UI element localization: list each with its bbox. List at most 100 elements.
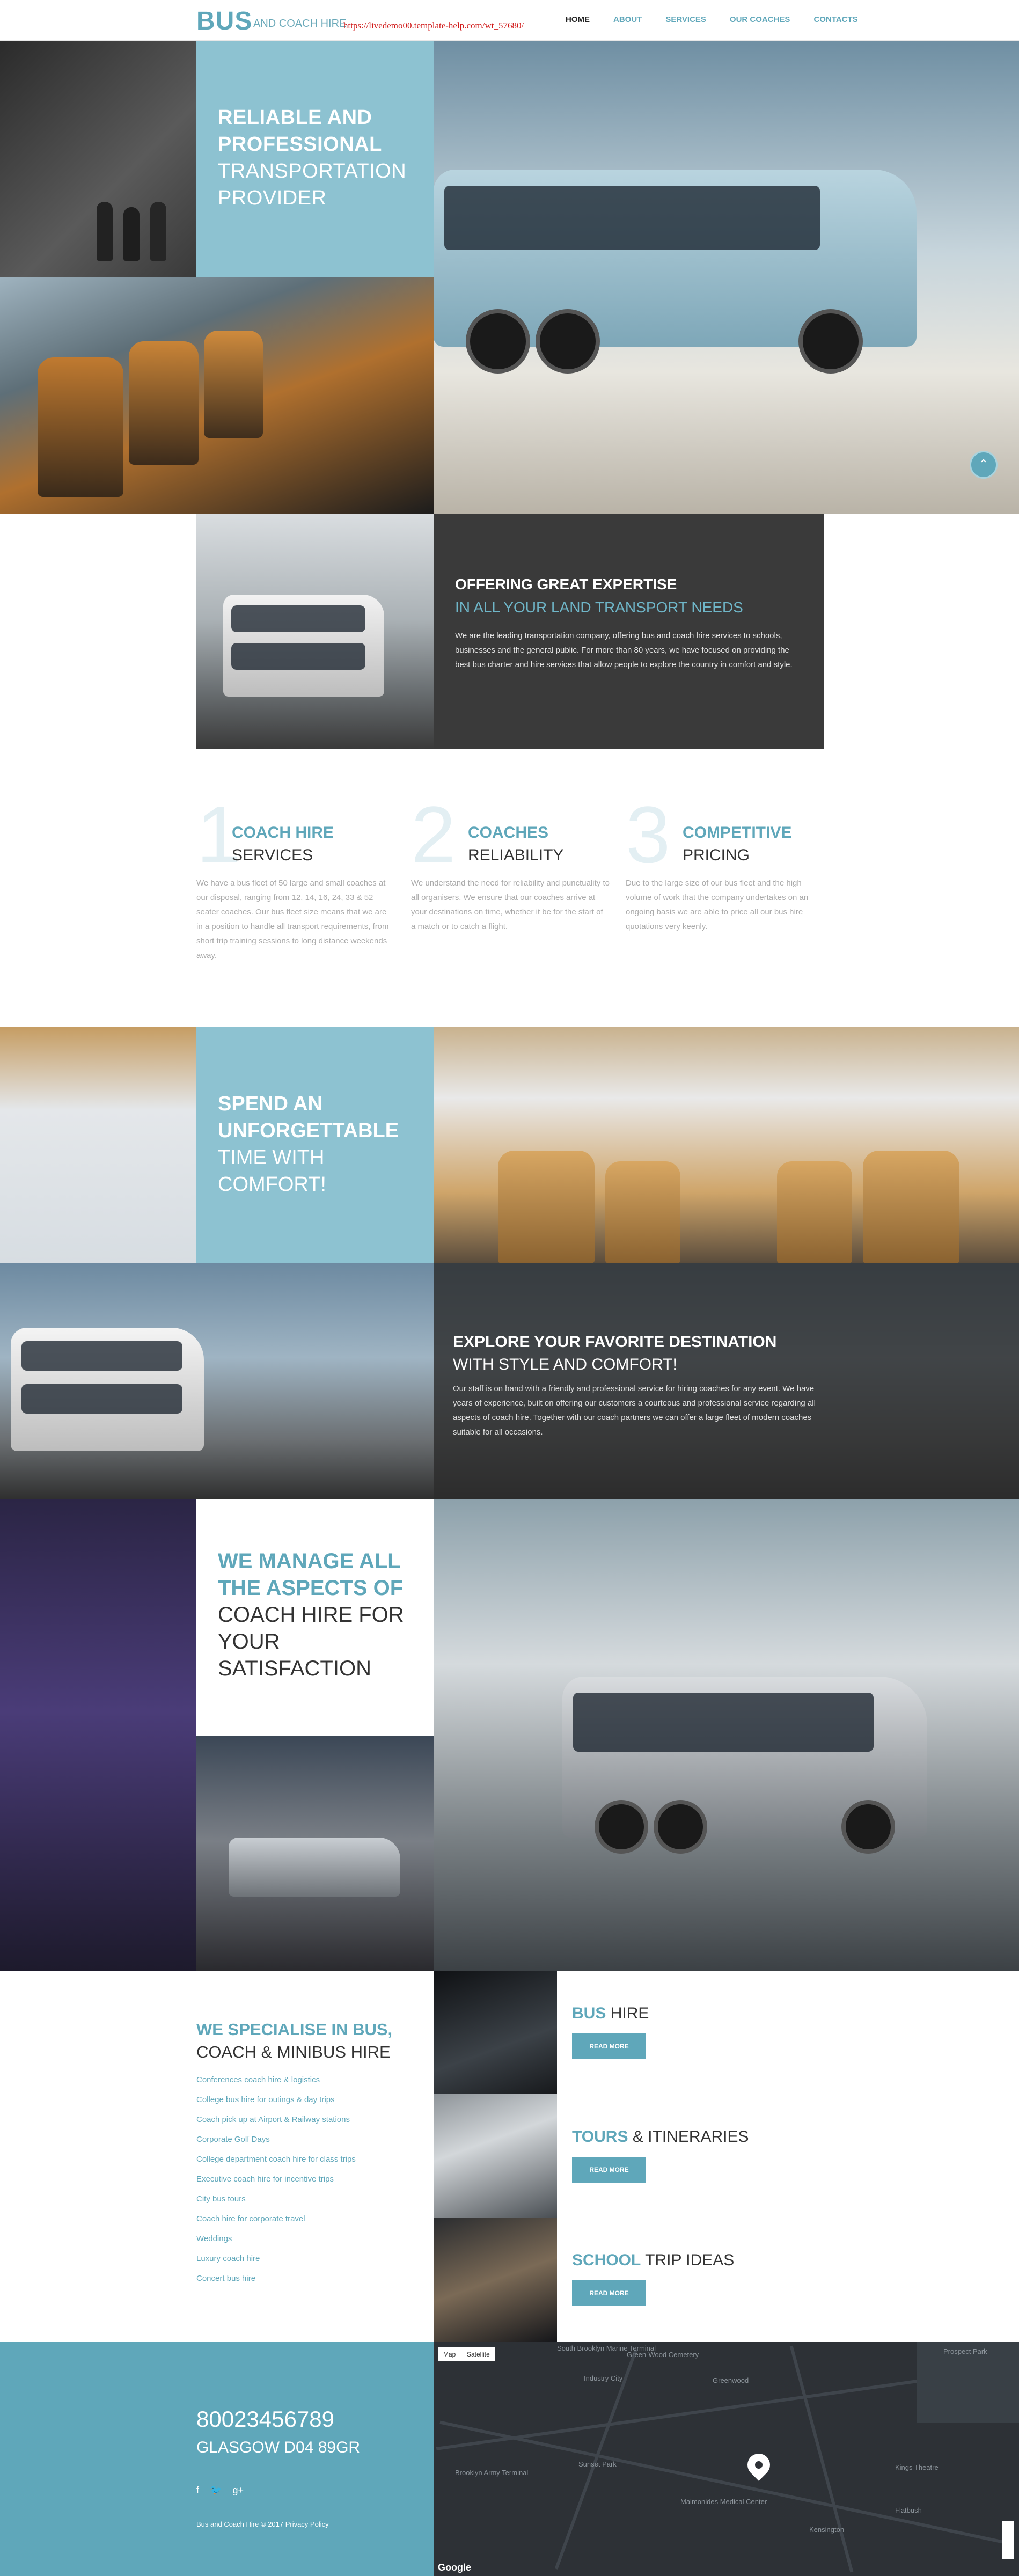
service-title-light: & ITINERARIES <box>632 2128 749 2146</box>
map-label: Brooklyn Army Terminal <box>455 2469 529 2477</box>
feature-title: COACHES <box>468 824 549 841</box>
specialise-link[interactable]: Concert bus hire <box>196 2274 422 2294</box>
specialise-link[interactable]: City bus tours <box>196 2194 422 2214</box>
specialise-link[interactable]: Corporate Golf Days <box>196 2135 422 2155</box>
seat-shape <box>38 357 123 497</box>
map-road <box>789 2345 854 2573</box>
bus-wheel <box>595 1800 648 1854</box>
location-map[interactable]: Map Satellite South Brooklyn Marine Term… <box>434 2342 1019 2576</box>
social-links: f 🐦 g+ <box>196 2485 244 2496</box>
specialise-link[interactable]: College bus hire for outings & day trips <box>196 2095 422 2115</box>
expertise-title: OFFERING GREAT EXPERTISE <box>455 576 677 592</box>
feature-reliability: 2 COACHES RELIABILITY We understand the … <box>411 794 615 1020</box>
bus-windows <box>21 1341 182 1371</box>
specialise-link[interactable]: Coach hire for corporate travel <box>196 2214 422 2234</box>
service-thumb-school[interactable] <box>434 2218 557 2342</box>
specialise-link[interactable]: Executive coach hire for incentive trips <box>196 2175 422 2194</box>
comfort-title-block: SPEND AN UNFORGETTABLE TIME WITH COMFORT… <box>196 1027 434 1263</box>
privacy-link[interactable]: Privacy Policy <box>285 2520 329 2528</box>
copyright-text: Bus and Coach Hire © 2017 <box>196 2520 284 2528</box>
bus-body <box>229 1838 400 1897</box>
service-thumb-tours[interactable] <box>434 2094 557 2218</box>
nav-home[interactable]: HOME <box>566 15 590 24</box>
chevron-up-icon: ⌃ <box>978 457 989 471</box>
manage-image-storm <box>434 1499 1019 1971</box>
specialise-block: WE SPECIALISE IN BUS, COACH & MINIBUS HI… <box>196 1971 434 2342</box>
specialise-link[interactable]: Conferences coach hire & logistics <box>196 2075 422 2095</box>
feature-subtitle: RELIABILITY <box>468 846 564 864</box>
destination-panel: EXPLORE YOUR FAVORITE DESTINATION WITH S… <box>434 1263 1019 1499</box>
map-type-satellite[interactable]: Satellite <box>461 2347 495 2361</box>
expertise-image <box>196 514 434 749</box>
service-title-light: HIRE <box>610 2004 649 2022</box>
map-type-map[interactable]: Map <box>438 2347 461 2361</box>
service-title-bold: TOURS <box>572 2128 628 2146</box>
hero-image-seats <box>0 277 434 514</box>
manage-title-line: COACH HIRE FOR <box>218 1603 404 1627</box>
main-nav: HOME ABOUT SERVICES OUR COACHES CONTACTS <box>566 15 858 24</box>
logo-subtitle[interactable]: AND COACH HIRE <box>253 18 346 30</box>
specialise-title: WE SPECIALISE IN BUS, <box>196 2020 393 2039</box>
specialise-link[interactable]: Luxury coach hire <box>196 2254 422 2274</box>
service-school: SCHOOL TRIP IDEAS READ MORE <box>572 2251 734 2306</box>
service-title: TOURS & ITINERARIES <box>572 2128 749 2146</box>
specialise-list: Conferences coach hire & logistics Colle… <box>196 2075 422 2294</box>
map-attribution: Google <box>438 2562 471 2573</box>
map-pin-icon[interactable] <box>743 2449 775 2481</box>
hero-title-line: PROFESSIONAL <box>218 133 382 156</box>
url-overlay-text: https://livedemo00.template-help.com/wt_… <box>343 20 524 31</box>
bus-windows <box>231 643 365 670</box>
comfort-image-interior <box>434 1027 1019 1263</box>
service-title-bold: SCHOOL <box>572 2251 641 2269</box>
footer-phone[interactable]: 80023456789 <box>196 2406 334 2432</box>
footer-contact: 80023456789 GLASGOW D04 89GR f 🐦 g+ Bus … <box>0 2342 434 2576</box>
nav-our-coaches[interactable]: OUR COACHES <box>730 15 790 24</box>
nav-about[interactable]: ABOUT <box>613 15 642 24</box>
map-zoom-control[interactable] <box>1002 2521 1014 2559</box>
hero-image-bus: ⌃ <box>434 41 1019 514</box>
hero-image-people <box>0 41 196 277</box>
read-more-button[interactable]: READ MORE <box>572 2157 646 2183</box>
feature-text: We understand the need for reliability a… <box>411 879 610 931</box>
specialise-link[interactable]: Weddings <box>196 2234 422 2254</box>
facebook-icon[interactable]: f <box>196 2485 199 2496</box>
specialise-subtitle: COACH & MINIBUS HIRE <box>196 2043 391 2061</box>
read-more-button[interactable]: READ MORE <box>572 2280 646 2306</box>
service-title-bold: BUS <box>572 2004 606 2022</box>
manage-title-line: YOUR <box>218 1630 280 1653</box>
service-title-light: TRIP IDEAS <box>645 2251 735 2269</box>
hero-title-line: RELIABLE AND <box>218 106 372 129</box>
service-bus-hire: BUS HIRE READ MORE <box>572 2004 649 2059</box>
comfort-title-line: SPEND AN <box>218 1093 322 1115</box>
comfort-image-left <box>0 1027 196 1263</box>
map-label: Kings Theatre <box>895 2463 939 2471</box>
comfort-title-line: COMFORT! <box>218 1173 326 1196</box>
specialise-link[interactable]: College department coach hire for class … <box>196 2155 422 2175</box>
destination-subtitle: WITH STYLE AND COMFORT! <box>453 1356 677 1373</box>
manage-title: WE MANAGE ALL THE ASPECTS OF COACH HIRE … <box>218 1548 422 1682</box>
seat-shape <box>204 331 263 438</box>
bus-windows <box>231 605 365 632</box>
seat-shape <box>129 341 199 465</box>
nav-contacts[interactable]: CONTACTS <box>813 15 857 24</box>
service-thumb-bus-hire[interactable] <box>434 1971 557 2094</box>
logo-bus[interactable]: BUS <box>196 6 252 36</box>
twitter-icon[interactable]: 🐦 <box>210 2485 222 2496</box>
seat-shape <box>863 1151 959 1263</box>
destination-title: EXPLORE YOUR FAVORITE DESTINATION <box>453 1333 777 1351</box>
map-label: Prospect Park <box>943 2347 987 2355</box>
scroll-top-button[interactable]: ⌃ <box>970 451 998 479</box>
google-plus-icon[interactable]: g+ <box>232 2485 244 2496</box>
specialise-link[interactable]: Coach pick up at Airport & Railway stati… <box>196 2115 422 2135</box>
feature-subtitle: SERVICES <box>232 846 313 864</box>
feature-text: We have a bus fleet of 50 large and smal… <box>196 879 389 960</box>
bus-wheel <box>536 309 600 374</box>
site-header: BUS AND COACH HIRE https://livedemo00.te… <box>0 0 1019 41</box>
person-silhouette <box>97 202 113 261</box>
nav-services[interactable]: SERVICES <box>665 15 706 24</box>
person-silhouette <box>123 207 140 261</box>
read-more-button[interactable]: READ MORE <box>572 2033 646 2059</box>
hero-title: RELIABLE AND PROFESSIONAL TRANSPORTATION… <box>218 104 406 211</box>
service-title: SCHOOL TRIP IDEAS <box>572 2251 734 2270</box>
seat-shape <box>777 1161 852 1263</box>
